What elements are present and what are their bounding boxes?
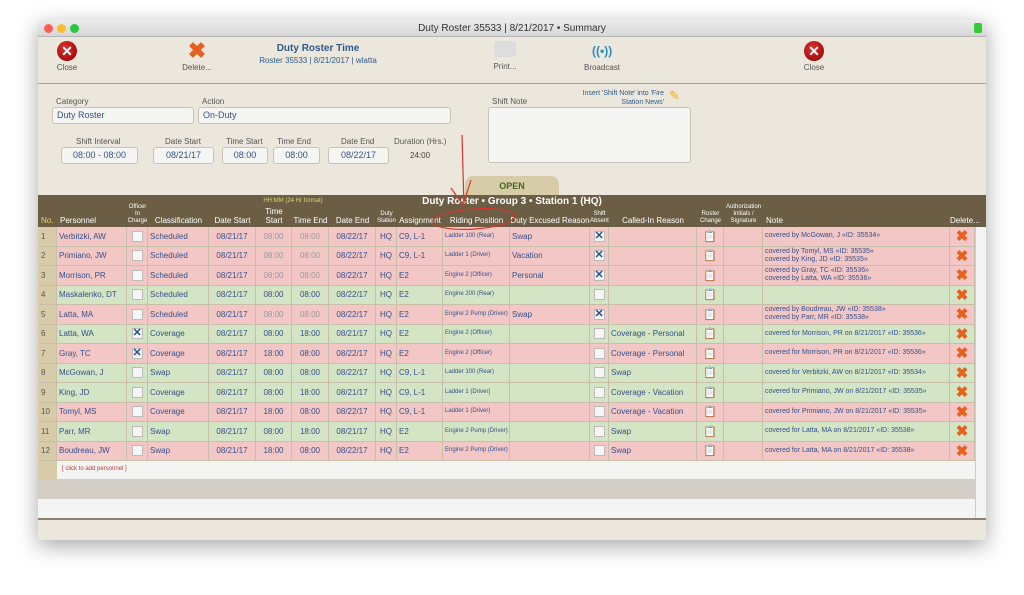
- annotation-arrow-head: [450, 179, 472, 207]
- annotation-arrow-line: [461, 134, 465, 207]
- annotation-overlay: [432, 134, 516, 230]
- annotation-circle: [432, 208, 516, 230]
